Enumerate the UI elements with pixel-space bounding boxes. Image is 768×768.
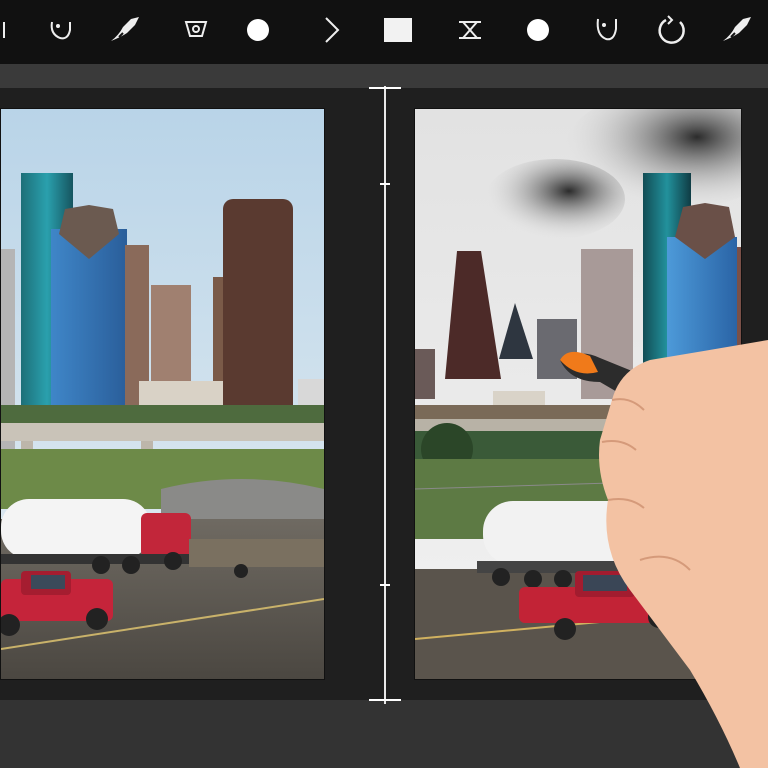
before-photo (1, 109, 324, 679)
divider-tick (380, 183, 390, 185)
toolbar-separator (0, 64, 768, 88)
brush-stroke-icon[interactable] (718, 10, 758, 50)
square-icon[interactable] (378, 10, 418, 50)
divider-top-handle[interactable] (369, 87, 401, 89)
comparison-divider[interactable] (384, 86, 386, 704)
crop-cross-icon[interactable] (450, 10, 490, 50)
lasso-icon[interactable] (40, 10, 80, 50)
dot-icon[interactable] (518, 10, 558, 50)
divider-bottom-handle[interactable] (369, 699, 401, 701)
bottom-bar (0, 700, 768, 768)
circle-icon[interactable] (238, 10, 278, 50)
divider-tick (380, 584, 390, 586)
chevron-right-icon[interactable] (312, 10, 352, 50)
before-image-panel[interactable] (0, 108, 325, 680)
toolbar (0, 0, 768, 64)
after-image-panel[interactable] (414, 108, 742, 680)
eye-dropper-icon[interactable] (176, 10, 216, 50)
partial-tool-icon[interactable] (0, 10, 18, 50)
lasso-icon[interactable] (586, 10, 626, 50)
after-photo (415, 109, 741, 679)
brush-stroke-icon[interactable] (106, 10, 146, 50)
refresh-icon[interactable] (652, 10, 692, 50)
